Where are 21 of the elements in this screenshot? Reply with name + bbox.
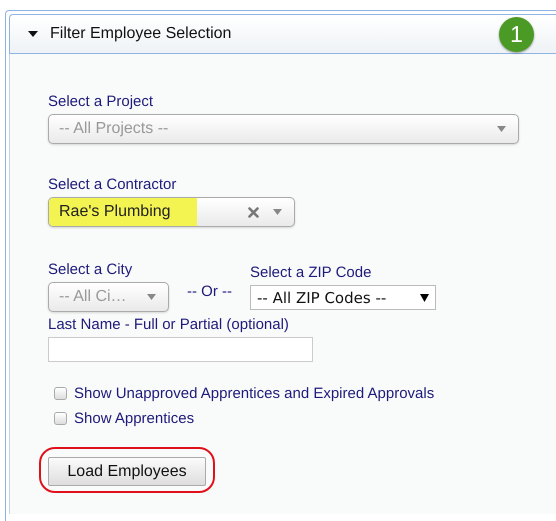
checkbox-label: Show Unapproved Apprentices and Expired Approvals [74, 385, 434, 402]
checkbox[interactable] [54, 387, 67, 400]
load-employees-button[interactable]: Load Employees [48, 457, 206, 486]
select-field[interactable]: Rae's Plumbing [48, 197, 295, 227]
select-field[interactable]: -- All ZIP Codes -- [250, 285, 436, 310]
caret-icon [147, 294, 156, 300]
field-label: Select a ZIP Code [250, 264, 372, 281]
field-label: Select a City [48, 261, 132, 278]
text-input[interactable] [48, 337, 313, 362]
or-separator: -- Or -- [187, 283, 232, 300]
field-label: Last Name - Full or Partial (optional) [48, 316, 289, 333]
field-label: Select a Project [48, 93, 154, 110]
checkbox[interactable] [54, 412, 67, 425]
caret-icon [273, 209, 282, 215]
checkbox-label: Show Apprentices [74, 410, 194, 427]
panel-title: Filter Employee Selection [50, 25, 232, 43]
caret-icon [420, 294, 429, 302]
step-badge: 1 [499, 16, 534, 52]
caret-icon [497, 126, 506, 132]
panel-header[interactable]: Filter Employee Selection 1 [9, 14, 556, 54]
field-label: Select a Contractor [48, 176, 176, 193]
